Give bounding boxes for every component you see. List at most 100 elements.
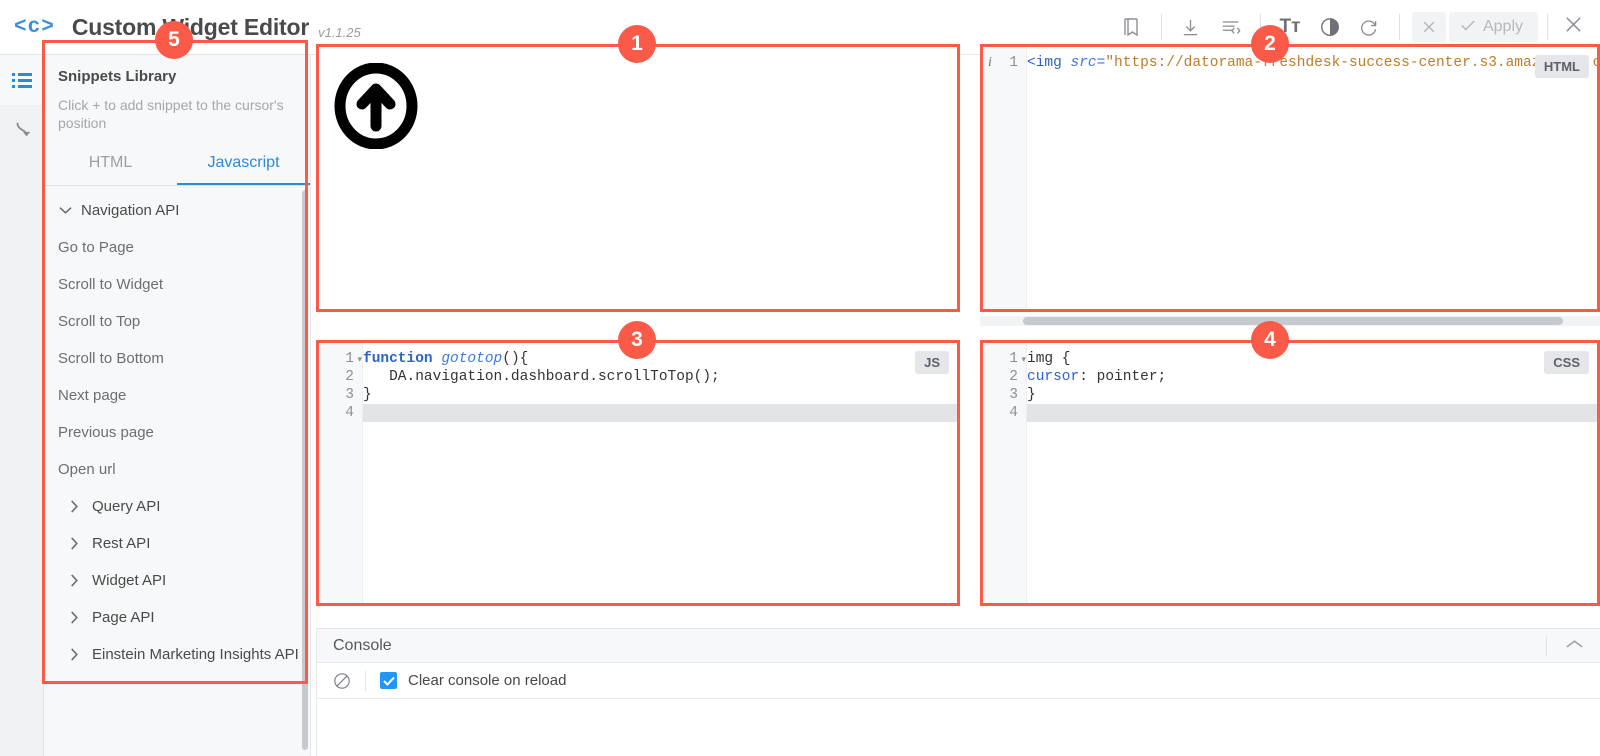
css-editor-gutter: 1 ▾ 2 3 4: [981, 341, 1027, 605]
close-icon: [1411, 12, 1446, 42]
snippet-group-label: Query API: [92, 498, 161, 516]
html-editor-hscroll-thumb[interactable]: [1023, 317, 1563, 325]
chevron-right-icon: [70, 500, 92, 513]
line-number: 1: [1009, 351, 1018, 367]
html-editor-code[interactable]: <img src="https://datorama-freshdesk-suc…: [1027, 45, 1599, 311]
code-token: src=: [1070, 55, 1106, 71]
css-language-badge: CSS: [1544, 351, 1589, 374]
check-icon: [1460, 18, 1476, 37]
active-code-line: [363, 404, 959, 422]
download-icon[interactable]: [1171, 9, 1211, 45]
editor-info-marker[interactable]: i: [988, 54, 992, 72]
line-number: 4: [345, 405, 354, 421]
html-language-badge: HTML: [1534, 55, 1589, 78]
circled-up-arrow-icon[interactable]: [333, 62, 959, 154]
snippet-item[interactable]: Next page: [44, 377, 310, 414]
tab-javascript[interactable]: Javascript: [177, 146, 310, 186]
line-number: 2: [345, 369, 354, 385]
app-version-label: v1.1.25: [318, 25, 361, 40]
chevron-up-icon[interactable]: [1565, 637, 1600, 655]
snippet-group-navigation-api[interactable]: Navigation API: [44, 192, 310, 229]
html-editor-panel[interactable]: 1 i <img src="https://datorama-freshdesk-…: [980, 44, 1600, 312]
rail-snippets-list-icon[interactable]: [0, 55, 44, 105]
page-title: Custom Widget Editor: [71, 13, 310, 40]
toolbar-divider: [1259, 14, 1261, 40]
snippet-item[interactable]: Previous page: [44, 414, 310, 451]
code-line: }: [1027, 386, 1599, 404]
console-header: Console: [317, 629, 1600, 663]
code-line: cursor: pointer;: [1027, 368, 1599, 386]
snippet-group-rest-api[interactable]: Rest API: [44, 525, 310, 562]
code-fold-icon[interactable]: ▾: [1021, 350, 1026, 368]
line-number: 1: [1009, 55, 1018, 71]
code-token: gototop: [441, 351, 503, 367]
console-toolbar-divider: [365, 670, 366, 691]
line-number: 3: [1009, 387, 1018, 403]
console-header-right: [1546, 635, 1600, 656]
discard-button[interactable]: [1409, 9, 1449, 45]
rail-arrow-return-icon[interactable]: [0, 105, 44, 155]
line-number: 3: [345, 387, 354, 403]
snippet-group-einstein-marketing-insights-api[interactable]: Einstein Marketing Insights API: [44, 636, 310, 673]
line-number: 1: [345, 351, 354, 367]
snippets-sidebar: Snippets Library Click + to add snippet …: [44, 55, 311, 756]
snippets-library-title: Snippets Library: [58, 68, 177, 85]
code-token: <img: [1027, 55, 1071, 71]
line-number: 2: [1009, 369, 1018, 385]
snippets-tabs: HTML Javascript: [44, 146, 310, 187]
snippet-item[interactable]: Open url: [44, 451, 310, 488]
widget-preview-panel[interactable]: [316, 44, 960, 312]
snippets-scrollbar[interactable]: [302, 190, 308, 751]
chevron-right-icon: [70, 648, 92, 661]
apply-button[interactable]: Apply: [1448, 12, 1538, 42]
snippet-group-widget-api[interactable]: Widget API: [44, 562, 310, 599]
js-editor-code[interactable]: function gototop(){ DA.navigation.dashbo…: [363, 341, 959, 605]
code-token: }: [1027, 387, 1036, 403]
snippet-group-label: Navigation API: [81, 202, 180, 220]
console-title: Console: [333, 636, 392, 654]
format-code-icon[interactable]: [1211, 9, 1251, 45]
app-logo-icon: <c>: [14, 15, 55, 39]
toolbar-divider: [1160, 14, 1162, 40]
docs-book-icon[interactable]: [1112, 9, 1152, 45]
code-token: : pointer;: [1079, 369, 1167, 385]
code-token: (){: [502, 351, 529, 367]
snippets-list[interactable]: Navigation API Go to Page Scroll to Widget…: [44, 186, 310, 756]
css-editor-code[interactable]: img {cursor: pointer;}: [1027, 341, 1599, 605]
console-panel: Console Clear console on reload: [316, 628, 1600, 756]
code-line: DA.navigation.dashboard.scrollToTop();: [363, 368, 959, 386]
console-output: [317, 699, 1600, 756]
tab-html[interactable]: HTML: [44, 146, 177, 185]
code-line: img {: [1027, 350, 1599, 368]
js-editor-panel[interactable]: 1 ▾ 2 3 4 function gototop(){ DA.navigation.…: [316, 340, 960, 606]
code-fold-icon[interactable]: ▾: [357, 350, 362, 368]
active-code-line: [1027, 404, 1599, 422]
snippet-item[interactable]: Scroll to Widget: [44, 266, 310, 303]
css-editor-panel[interactable]: 1 ▾ 2 3 4 img {cursor: pointer;} CSS: [980, 340, 1600, 606]
code-line: }: [363, 386, 959, 404]
contrast-icon[interactable]: [1310, 9, 1350, 45]
snippet-group-label: Rest API: [92, 535, 151, 553]
snippet-group-label: Widget API: [92, 572, 167, 590]
snippet-item[interactable]: Scroll to Top: [44, 303, 310, 340]
snippets-library-hint: Click + to add snippet to the cursor's p…: [58, 97, 284, 132]
code-line: function gototop(){: [363, 350, 959, 368]
snippet-group-page-api[interactable]: Page API: [44, 599, 310, 636]
snippet-item[interactable]: Scroll to Bottom: [44, 340, 310, 377]
snippet-item[interactable]: Go to Page: [44, 229, 310, 266]
refresh-icon[interactable]: [1350, 9, 1390, 45]
console-toolbar: Clear console on reload: [317, 663, 1600, 699]
js-editor-gutter: 1 ▾ 2 3 4: [317, 341, 363, 605]
code-line: <img src="https://datorama-freshdesk-suc…: [1027, 54, 1599, 72]
clear-console-checkbox[interactable]: [380, 672, 397, 689]
font-size-icon[interactable]: Tᴛ: [1270, 9, 1310, 45]
left-rail: [0, 55, 44, 756]
clear-console-checkbox-label: Clear console on reload: [408, 672, 567, 689]
code-token: "https://datorama-freshdesk-success-cent…: [1105, 55, 1599, 71]
snippet-group-query-api[interactable]: Query API: [44, 488, 310, 525]
clear-console-ban-icon[interactable]: [333, 672, 351, 690]
line-number: 4: [1009, 405, 1018, 421]
chevron-right-icon: [70, 574, 92, 587]
window-close-button[interactable]: [1557, 14, 1600, 40]
code-token: cursor: [1027, 369, 1080, 385]
